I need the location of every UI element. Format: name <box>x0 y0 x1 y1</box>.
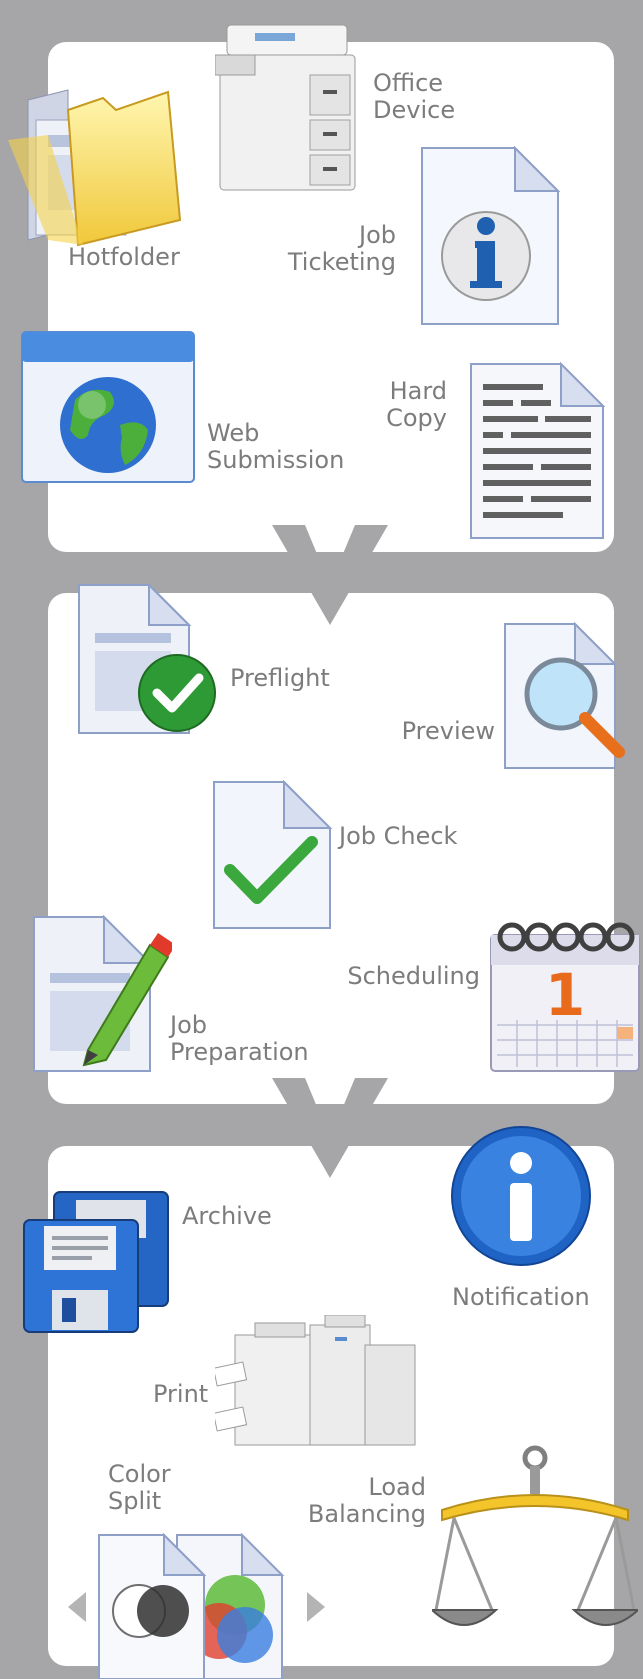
document-pencil-icon <box>33 915 172 1072</box>
document-checkmark-icon <box>213 780 333 929</box>
flow-arrow-2-icon <box>272 1078 388 1178</box>
svg-text:1: 1 <box>545 961 585 1029</box>
preview-label: Preview <box>401 717 495 745</box>
archive-label: Archive <box>182 1202 272 1230</box>
web-submission-label: Web Submission <box>207 419 345 474</box>
next-arrow-icon[interactable] <box>305 1590 327 1624</box>
calendar-icon: 1 <box>490 922 640 1072</box>
load-balancing-label: Load Balancing <box>307 1473 426 1528</box>
scheduling-label: Scheduling <box>347 962 480 990</box>
floppy-disk-icon <box>23 1191 169 1333</box>
copier-icon <box>215 24 356 191</box>
notification-label: Notification <box>452 1283 590 1311</box>
flow-arrow-1-icon <box>272 525 388 625</box>
folder-icon <box>8 89 182 247</box>
color-split-label: Color Split <box>108 1460 171 1515</box>
production-printer-icon <box>215 1315 416 1446</box>
document-check-badge-icon <box>78 583 216 734</box>
text-document-icon <box>470 362 605 539</box>
hard-copy-label: Hard Copy <box>386 377 447 432</box>
previous-arrow-icon[interactable] <box>66 1590 88 1624</box>
scales-icon <box>432 1445 638 1626</box>
hotfolder-label: Hotfolder <box>68 243 180 271</box>
job-preparation-label: Job Preparation <box>170 1011 309 1066</box>
office-device-label: Office Device <box>373 69 456 124</box>
info-circle-icon <box>451 1126 591 1266</box>
globe-window-icon <box>21 331 195 483</box>
print-label: Print <box>153 1380 209 1408</box>
document-magnifier-icon <box>504 622 625 769</box>
job-ticketing-label: Job Ticketing <box>287 221 396 276</box>
info-document-icon <box>421 146 560 325</box>
preflight-label: Preflight <box>230 664 330 692</box>
color-documents-icon <box>98 1533 285 1679</box>
job-check-label: Job Check <box>339 822 458 850</box>
